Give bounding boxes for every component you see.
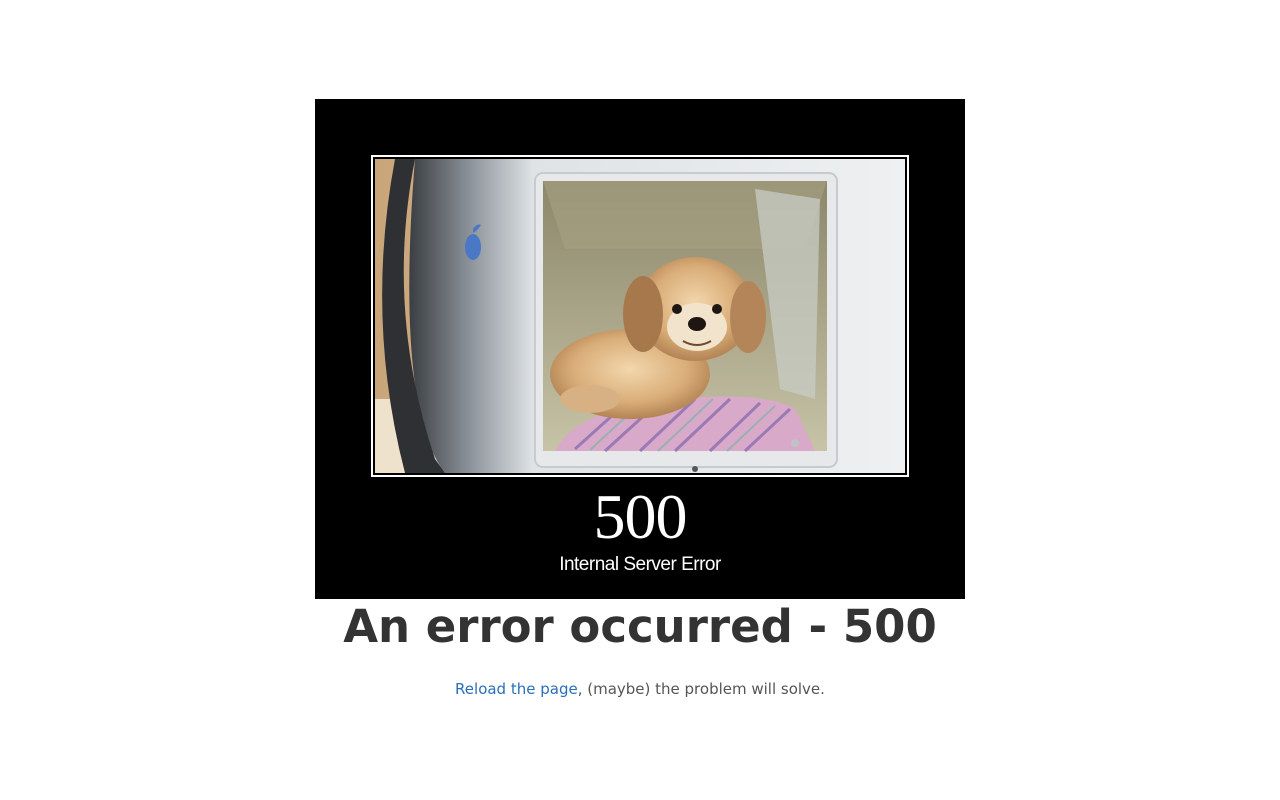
- error-message-suffix: , (maybe) the problem will solve.: [577, 680, 825, 698]
- dog-in-monitor-photo: [375, 159, 905, 473]
- error-page: 500 Internal Server Error An error occur…: [0, 0, 1280, 800]
- error-image: 500 Internal Server Error: [315, 99, 965, 599]
- error-code-text: 500: [593, 481, 688, 552]
- error-status-text: Internal Server Error: [559, 554, 721, 575]
- reload-page-link[interactable]: Reload the page: [455, 680, 578, 698]
- page-title: An error occurred - 500: [343, 600, 937, 653]
- photo-frame: [371, 155, 909, 477]
- error-message: Reload the page, (maybe) the problem wil…: [0, 678, 1280, 700]
